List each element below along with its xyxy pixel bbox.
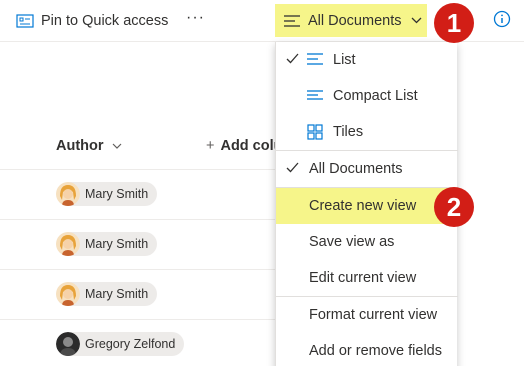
compact-list-icon xyxy=(307,90,323,100)
menu-item-label: Edit current view xyxy=(309,270,417,286)
author-header-label: Author xyxy=(56,138,104,154)
step-badge-1: 1 xyxy=(434,3,474,43)
pin-label: Pin to Quick access xyxy=(41,13,169,29)
menu-item-create-new-view[interactable]: Create new view xyxy=(276,188,458,224)
pin-icon xyxy=(16,14,34,28)
menu-item-list[interactable]: List xyxy=(276,42,458,78)
author-persona[interactable]: Mary Smith xyxy=(56,282,158,306)
row-divider xyxy=(0,169,275,170)
pin-to-quick-access-button[interactable]: Pin to Quick access xyxy=(16,11,168,31)
author-persona[interactable]: Gregory Zelfond xyxy=(56,332,185,356)
author-column-header[interactable]: Author xyxy=(56,138,122,154)
checkmark-icon xyxy=(286,53,299,64)
list-icon xyxy=(307,53,323,65)
author-persona[interactable]: Mary Smith xyxy=(56,232,158,256)
avatar xyxy=(56,282,80,306)
menu-item-label: Tiles xyxy=(333,124,364,140)
menu-item-format-current-view[interactable]: Format current view xyxy=(276,297,458,333)
view-options-icon xyxy=(284,14,300,27)
menu-item-save-view-as[interactable]: Save view as xyxy=(276,224,458,260)
row-divider xyxy=(0,269,275,270)
menu-item-label: Format current view xyxy=(309,307,438,323)
row-divider xyxy=(0,319,275,320)
view-switcher-label: All Documents xyxy=(308,12,402,29)
menu-item-label: Compact List xyxy=(333,88,418,104)
menu-item-label: Save view as xyxy=(309,234,395,250)
menu-item-tiles[interactable]: Tiles xyxy=(276,114,458,150)
menu-item-label: All Documents xyxy=(309,161,403,177)
view-switcher-button[interactable]: All Documents xyxy=(275,4,427,37)
chevron-down-icon xyxy=(112,143,121,149)
menu-item-all-documents[interactable]: All Documents xyxy=(276,151,458,187)
add-column-button[interactable]: + Add colu xyxy=(206,138,283,154)
menu-item-label: List xyxy=(333,52,356,68)
avatar xyxy=(56,182,80,206)
row-divider xyxy=(0,219,275,220)
view-menu: List Compact List Tiles All Documents Cr… xyxy=(275,42,458,366)
menu-item-edit-current-view[interactable]: Edit current view xyxy=(276,260,458,296)
avatar xyxy=(56,332,80,356)
author-name: Mary Smith xyxy=(85,237,149,251)
info-icon[interactable] xyxy=(493,10,511,28)
author-name: Gregory Zelfond xyxy=(85,337,176,351)
author-name: Mary Smith xyxy=(85,187,149,201)
plus-icon: + xyxy=(206,138,215,154)
menu-item-compact-list[interactable]: Compact List xyxy=(276,78,458,114)
tiles-icon xyxy=(307,124,323,140)
menu-item-add-remove-fields[interactable]: Add or remove fields xyxy=(276,333,458,366)
more-options-button[interactable]: ··· xyxy=(186,8,205,28)
menu-item-label: Add or remove fields xyxy=(309,343,442,359)
author-name: Mary Smith xyxy=(85,287,149,301)
author-persona[interactable]: Mary Smith xyxy=(56,182,158,206)
menu-item-label: Create new view xyxy=(309,198,417,214)
chevron-down-icon xyxy=(412,17,422,24)
avatar xyxy=(56,232,80,256)
checkmark-icon xyxy=(286,162,299,173)
add-column-label: Add colu xyxy=(220,138,283,154)
step-badge-2: 2 xyxy=(434,187,474,227)
